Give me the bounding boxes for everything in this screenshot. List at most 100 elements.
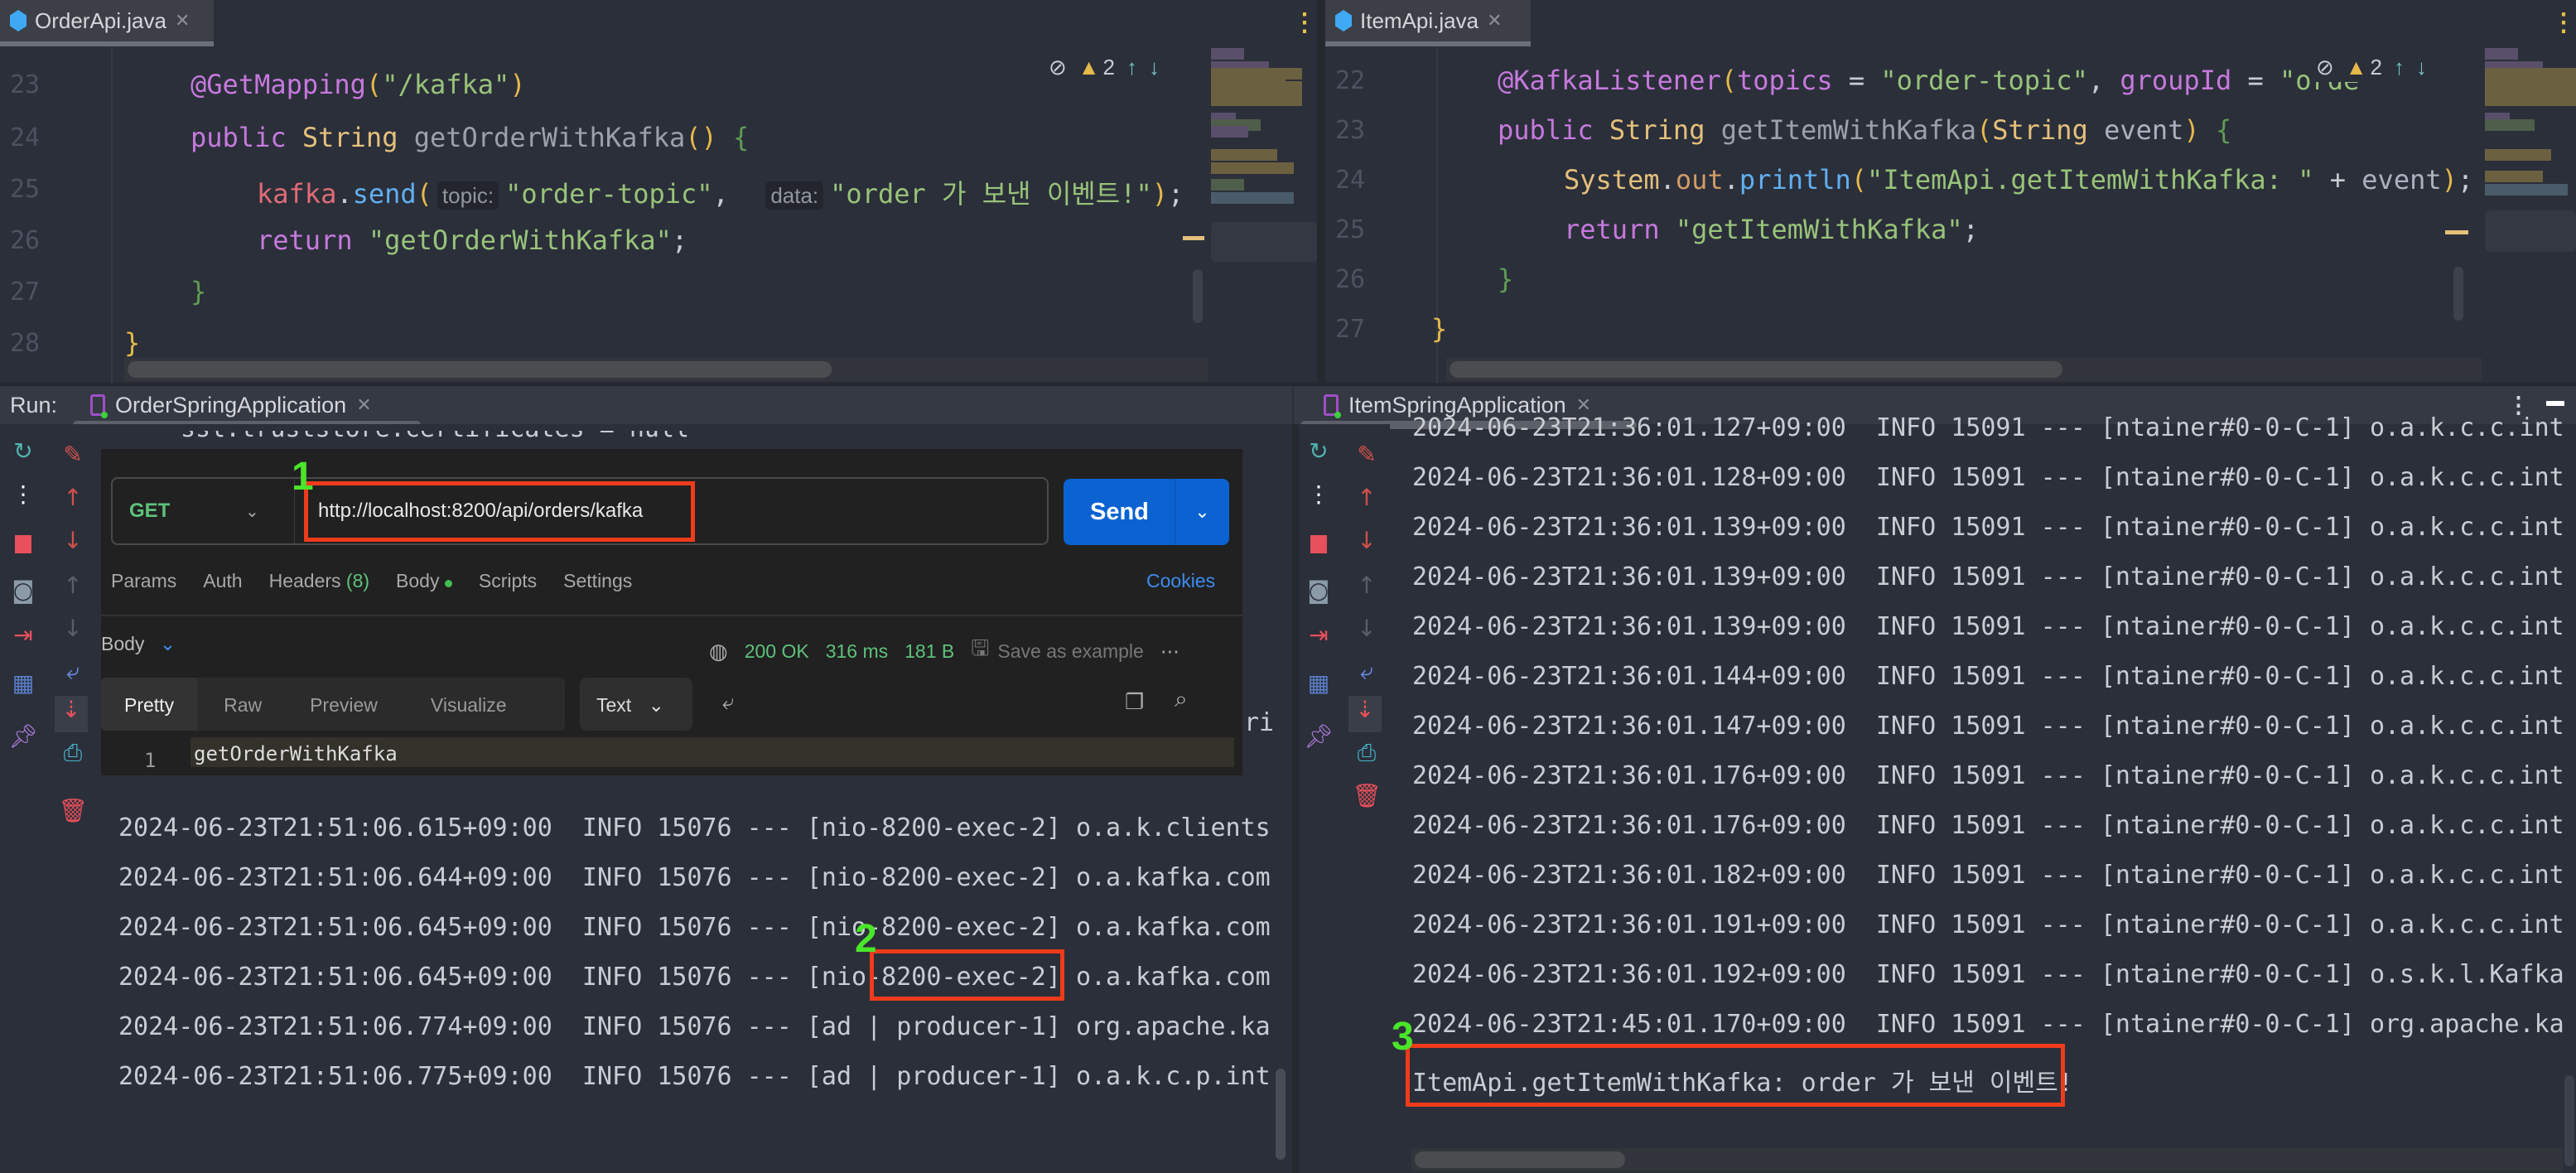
tab-body[interactable]: Body xyxy=(396,570,452,592)
response-body-select[interactable]: Body ⌄ xyxy=(101,633,176,655)
search-icon[interactable]: ⌕ xyxy=(1175,686,1188,713)
close-tab-icon[interactable]: ✕ xyxy=(175,10,190,31)
horizontal-scrollbar[interactable] xyxy=(1446,358,2482,381)
tab-order-spring-application[interactable]: OrderSpringApplication xyxy=(115,393,346,418)
code-token: kafka xyxy=(257,178,337,210)
response-time[interactable]: 316 ms xyxy=(826,640,888,663)
tab-itemapi-java[interactable]: ItemApi.java ✕ xyxy=(1325,0,1531,46)
tab-preview[interactable]: Preview xyxy=(262,678,378,731)
console-scrollbar[interactable] xyxy=(2564,1075,2574,1166)
warning-icon[interactable]: ▲ xyxy=(1078,55,1100,80)
pin-icon[interactable]: 📌︎ xyxy=(7,722,40,750)
scroll-to-end-icon[interactable]: ⇣ xyxy=(55,696,88,732)
exit-icon[interactable]: ⇥ xyxy=(7,621,40,649)
hide-inlay-icon[interactable]: ⊘ xyxy=(2316,55,2334,80)
minimap[interactable] xyxy=(1211,46,1317,262)
run-split-divider[interactable] xyxy=(1292,424,1299,1173)
exit-icon[interactable]: ⇥ xyxy=(1302,621,1335,649)
camera-icon[interactable]: ◙ xyxy=(1302,577,1335,604)
code-token: System xyxy=(1564,164,1660,196)
save-as-example-button[interactable]: Save as example xyxy=(997,640,1143,663)
code-token: send xyxy=(352,178,417,210)
delete-icon[interactable]: 🗑︎ xyxy=(56,797,89,824)
copy-icon[interactable]: ❐ xyxy=(1125,689,1144,715)
more-options-icon[interactable]: ⋮ xyxy=(1292,8,1317,37)
soft-wrap-icon[interactable]: ⤶ xyxy=(56,658,89,686)
code-line[interactable]: } xyxy=(191,276,206,307)
globe-icon[interactable]: ◍ xyxy=(709,639,728,664)
status-code[interactable]: 200 OK xyxy=(745,640,809,663)
minimize-icon[interactable] xyxy=(2546,401,2564,406)
more-actions-icon[interactable]: ⋮ xyxy=(7,480,40,508)
stop-icon[interactable] xyxy=(7,532,40,559)
inspection-widget[interactable]: ⊘ ▲ 2 ↑ ↓ xyxy=(2311,53,2432,82)
print-icon[interactable]: ⎙ xyxy=(56,739,89,767)
code-line[interactable]: @GetMapping("/kafka") xyxy=(191,69,526,100)
stop-icon[interactable] xyxy=(1302,532,1335,559)
code-line[interactable]: } xyxy=(1431,313,1447,345)
next-highlight-icon[interactable]: ↓ xyxy=(1149,55,1160,80)
tab-auth[interactable]: Auth xyxy=(203,570,242,592)
code-line[interactable]: } xyxy=(1498,263,1513,295)
close-tab-icon[interactable]: ✕ xyxy=(356,394,371,416)
delete-icon[interactable]: 🗑︎ xyxy=(1350,782,1383,809)
up-arrow-icon[interactable]: ↑ xyxy=(56,484,89,511)
layout-icon[interactable]: ▦ xyxy=(7,669,40,697)
cookies-link[interactable]: Cookies xyxy=(1146,570,1215,592)
vertical-scrollbar[interactable] xyxy=(2453,267,2463,321)
soft-wrap-icon[interactable]: ⤶ xyxy=(1350,658,1383,686)
clear-icon[interactable]: ✎ xyxy=(56,441,89,468)
rerun-icon[interactable]: ↻ xyxy=(1302,437,1335,465)
up-arrow-icon[interactable]: ↑ xyxy=(1350,484,1383,511)
tab-orderapi-java[interactable]: OrderApi.java ✕ xyxy=(0,0,214,46)
code-line[interactable]: kafka.send(topic: "order-topic", data: "or… xyxy=(257,173,1184,211)
camera-icon[interactable]: ◙ xyxy=(7,577,40,604)
line-number: 23 xyxy=(10,70,41,99)
more-options-icon[interactable]: ⋮ xyxy=(2551,8,2576,37)
wrap-lines-icon[interactable]: ⤶ xyxy=(722,689,735,716)
clear-icon[interactable]: ✎ xyxy=(1350,441,1383,468)
code-line[interactable]: return "getOrderWithKafka"; xyxy=(257,224,687,256)
rerun-icon[interactable]: ↻ xyxy=(7,437,40,465)
horizontal-scrollbar[interactable] xyxy=(124,358,1208,381)
next-highlight-icon[interactable]: ↓ xyxy=(2416,55,2427,80)
hide-inlay-icon[interactable]: ⊘ xyxy=(1049,55,1067,80)
down-arrow-icon[interactable]: ↓ xyxy=(56,527,89,554)
console-horizontal-scrollbar[interactable] xyxy=(1411,1148,2563,1171)
format-select[interactable]: Text ⌄ xyxy=(580,678,692,731)
print-icon[interactable]: ⎙ xyxy=(1350,739,1383,767)
layout-icon[interactable]: ▦ xyxy=(1302,669,1335,697)
vertical-scrollbar[interactable] xyxy=(1193,269,1203,323)
minimap[interactable] xyxy=(2485,46,2576,262)
scroll-to-end-icon[interactable]: ⇣ xyxy=(1348,696,1382,732)
close-tab-icon[interactable]: ✕ xyxy=(1487,10,1502,31)
code-line[interactable]: public String getOrderWithKafka() { xyxy=(191,122,749,153)
tab-scripts[interactable]: Scripts xyxy=(479,570,537,592)
code-line[interactable]: public String getItemWithKafka(String ev… xyxy=(1498,114,2231,146)
response-size[interactable]: 181 B xyxy=(904,640,954,663)
code-line[interactable]: return "getItemWithKafka"; xyxy=(1564,214,1979,245)
more-options-icon[interactable]: ⋯ xyxy=(1160,640,1179,663)
inspection-widget[interactable]: ⊘ ▲ 2 ↑ ↓ xyxy=(1044,53,1165,82)
pin-icon[interactable]: 📌︎ xyxy=(1302,722,1335,750)
tab-headers[interactable]: Headers (8) xyxy=(269,570,369,592)
response-body[interactable]: getOrderWithKafka xyxy=(191,737,1234,767)
prev-highlight-icon[interactable]: ↑ xyxy=(2394,55,2405,80)
warning-icon[interactable]: ▲ xyxy=(2346,55,2367,80)
more-actions-icon[interactable]: ⋮ xyxy=(1302,480,1335,508)
down-arrow-icon[interactable]: ↓ xyxy=(1350,527,1383,554)
tab-settings[interactable]: Settings xyxy=(563,570,632,592)
code-line[interactable]: } xyxy=(124,327,140,359)
editor-split-divider[interactable] xyxy=(1317,0,1325,383)
code-line[interactable]: System.out.println("ItemApi.getItemWithK… xyxy=(1564,164,2473,196)
send-options-chevron-icon[interactable]: ⌄ xyxy=(1175,479,1229,545)
tab-raw[interactable]: Raw xyxy=(197,678,262,731)
prev-highlight-icon[interactable]: ↑ xyxy=(1126,55,1137,80)
tab-visualize[interactable]: Visualize xyxy=(378,678,507,731)
tab-params[interactable]: Params xyxy=(111,570,176,592)
tab-pretty[interactable]: Pretty xyxy=(101,678,198,731)
method-select[interactable]: GET ⌄ xyxy=(113,479,295,543)
send-button[interactable]: Send ⌄ xyxy=(1064,479,1229,545)
code-line[interactable]: @KafkaListener(topics = "order-topic", g… xyxy=(1498,65,2359,96)
console-scrollbar[interactable] xyxy=(1276,1069,1286,1160)
